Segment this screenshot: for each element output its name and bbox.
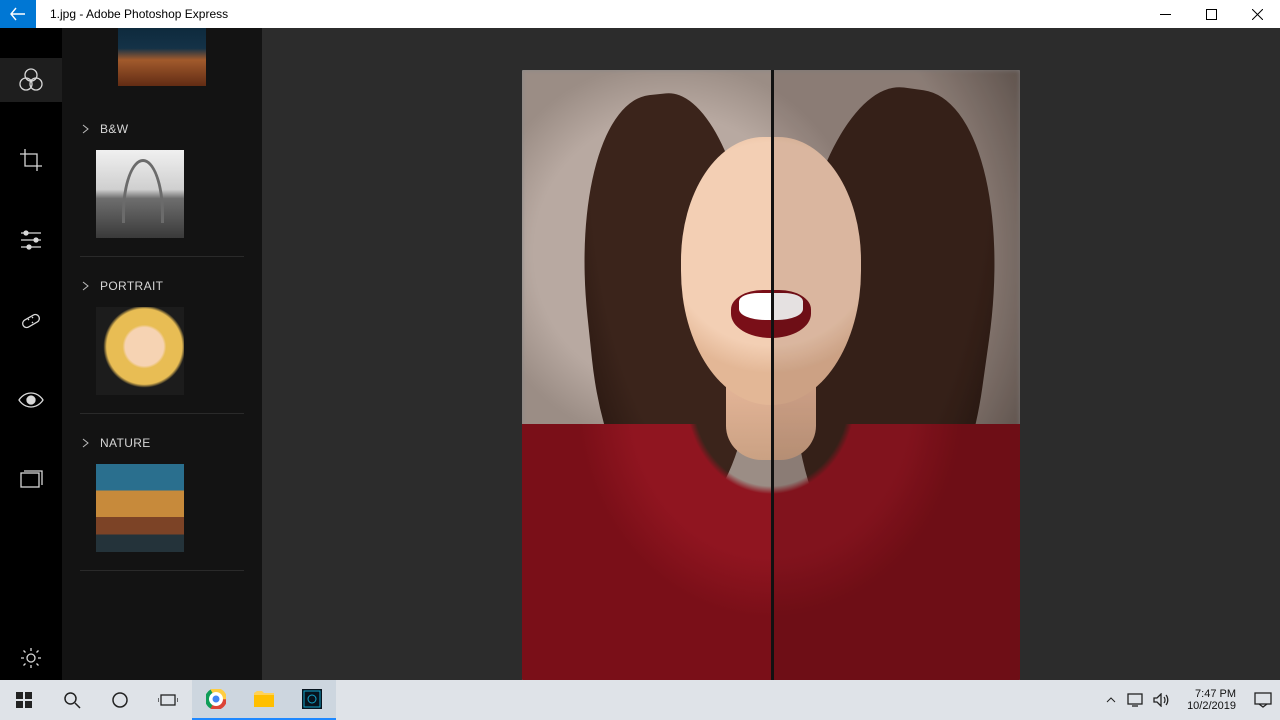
app-body: Try Photoshop Elements Save/Share ••• xyxy=(0,28,1280,680)
clock-date: 10/2/2019 xyxy=(1187,700,1236,712)
tray-notifications-icon[interactable] xyxy=(1254,692,1272,708)
tray-volume-icon[interactable] xyxy=(1153,693,1169,707)
taskbar-clock[interactable]: 7:47 PM 10/2/2019 xyxy=(1179,688,1244,712)
category-label: B&W xyxy=(100,122,128,136)
tool-looks[interactable] xyxy=(0,58,62,102)
tool-adjust[interactable] xyxy=(0,218,62,262)
settings-button[interactable] xyxy=(0,636,62,680)
category-header-portrait[interactable]: PORTRAIT xyxy=(80,279,244,293)
canvas-area xyxy=(262,28,1280,680)
taskbar-app-photoshop-express[interactable] xyxy=(288,680,336,720)
category-portrait: PORTRAIT xyxy=(80,257,244,414)
tool-crop[interactable] xyxy=(0,138,62,182)
clock-time: 7:47 PM xyxy=(1187,688,1236,700)
category-label: NATURE xyxy=(100,436,151,450)
tool-border[interactable] xyxy=(0,458,62,502)
category-label: PORTRAIT xyxy=(100,279,163,293)
minimize-button[interactable] xyxy=(1142,0,1188,28)
tool-heal[interactable] xyxy=(0,298,62,342)
taskbar-app-explorer[interactable] xyxy=(240,680,288,720)
look-thumbnail-bw[interactable] xyxy=(96,150,184,238)
compare-split-handle[interactable] xyxy=(771,70,774,680)
system-tray[interactable]: 7:47 PM 10/2/2019 xyxy=(1105,688,1280,712)
look-thumbnail-portrait[interactable] xyxy=(96,307,184,395)
taskbar-app-chrome[interactable] xyxy=(192,680,240,720)
maximize-button[interactable] xyxy=(1188,0,1234,28)
category-header-nature[interactable]: NATURE xyxy=(80,436,244,450)
taskbar-cortana[interactable] xyxy=(96,680,144,720)
tool-redeye[interactable] xyxy=(0,378,62,422)
looks-panel: B&W PORTRAIT NATURE xyxy=(62,28,262,680)
start-button[interactable] xyxy=(0,680,48,720)
category-bw: B&W xyxy=(80,100,244,257)
tray-network-icon[interactable] xyxy=(1127,693,1143,707)
look-thumbnail-nature[interactable] xyxy=(96,464,184,552)
category-nature: NATURE xyxy=(80,414,244,571)
window-titlebar: 1.jpg - Adobe Photoshop Express xyxy=(0,0,1280,28)
windows-taskbar: 7:47 PM 10/2/2019 xyxy=(0,680,1280,720)
look-thumbnail-top[interactable] xyxy=(118,28,206,86)
tool-rail xyxy=(0,28,62,680)
back-button[interactable] xyxy=(0,0,36,28)
window-title: 1.jpg - Adobe Photoshop Express xyxy=(36,7,1142,21)
tray-chevron-up-icon[interactable] xyxy=(1105,694,1117,706)
close-button[interactable] xyxy=(1234,0,1280,28)
taskbar-search[interactable] xyxy=(48,680,96,720)
category-header-bw[interactable]: B&W xyxy=(80,122,244,136)
image-canvas[interactable] xyxy=(522,70,1020,680)
taskbar-taskview[interactable] xyxy=(144,680,192,720)
